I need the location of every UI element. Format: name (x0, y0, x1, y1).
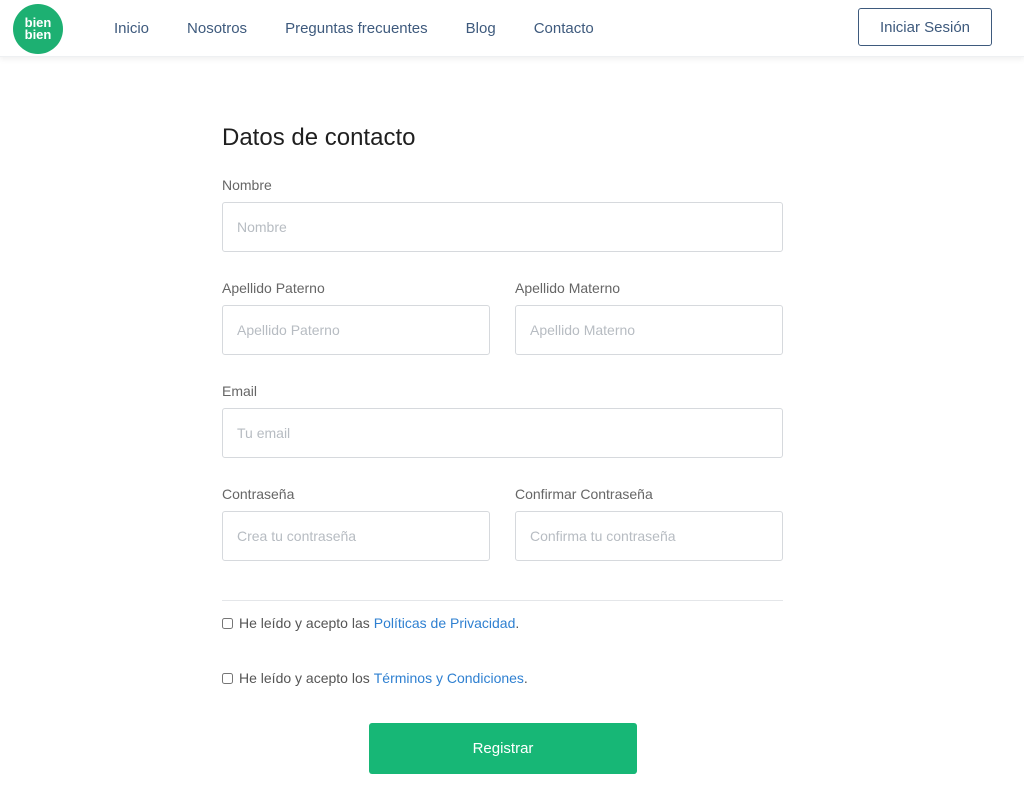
apellido-paterno-input[interactable] (222, 305, 490, 355)
apellido-paterno-label: Apellido Paterno (222, 280, 325, 296)
terms-row: He leído y acepto los Términos y Condici… (222, 670, 528, 686)
nav-link-blog[interactable]: Blog (466, 20, 496, 37)
nav-link-preguntas-frecuentes[interactable]: Preguntas frecuentes (285, 20, 428, 37)
main-nav: Inicio Nosotros Preguntas frecuentes Blo… (114, 0, 632, 57)
top-navbar: bien bien Inicio Nosotros Preguntas frec… (0, 0, 1024, 57)
password-input[interactable] (222, 511, 490, 561)
register-button[interactable]: Registrar (369, 723, 637, 774)
form-divider (222, 600, 783, 601)
apellido-materno-label: Apellido Materno (515, 280, 621, 296)
nombre-input[interactable] (222, 202, 783, 252)
nombre-label: Nombre (222, 177, 272, 193)
privacy-checkbox[interactable] (222, 617, 233, 629)
privacy-row: He leído y acepto las Políticas de Priva… (222, 615, 519, 631)
nav-link-nosotros[interactable]: Nosotros (187, 20, 247, 37)
email-label: Email (222, 383, 258, 399)
confirm-password-input[interactable] (515, 511, 783, 561)
privacy-suffix: . (515, 615, 520, 631)
password-label: Contraseña (222, 486, 295, 502)
bienbien-logo[interactable]: bien bien (13, 4, 63, 54)
form-title: Datos de contacto (222, 124, 416, 151)
login-button[interactable]: Iniciar Sesión (858, 8, 992, 46)
nav-link-contacto[interactable]: Contacto (534, 20, 594, 37)
privacy-text: He leído y acepto las (239, 615, 370, 631)
privacy-policy-link[interactable]: Políticas de Privacidad (374, 615, 516, 631)
confirm-password-label: Confirmar Contraseña (515, 486, 653, 502)
nav-link-inicio[interactable]: Inicio (114, 20, 149, 37)
email-input[interactable] (222, 408, 783, 458)
terms-text: He leído y acepto los (239, 670, 370, 686)
terms-suffix: . (523, 670, 528, 686)
terms-checkbox[interactable] (222, 672, 233, 684)
logo-text-bottom: bien (24, 27, 52, 42)
contact-form: Datos de contacto Nombre Apellido Patern… (222, 118, 783, 774)
terms-conditions-link[interactable]: Términos y Condiciones (374, 670, 524, 686)
apellido-materno-input[interactable] (515, 305, 783, 355)
